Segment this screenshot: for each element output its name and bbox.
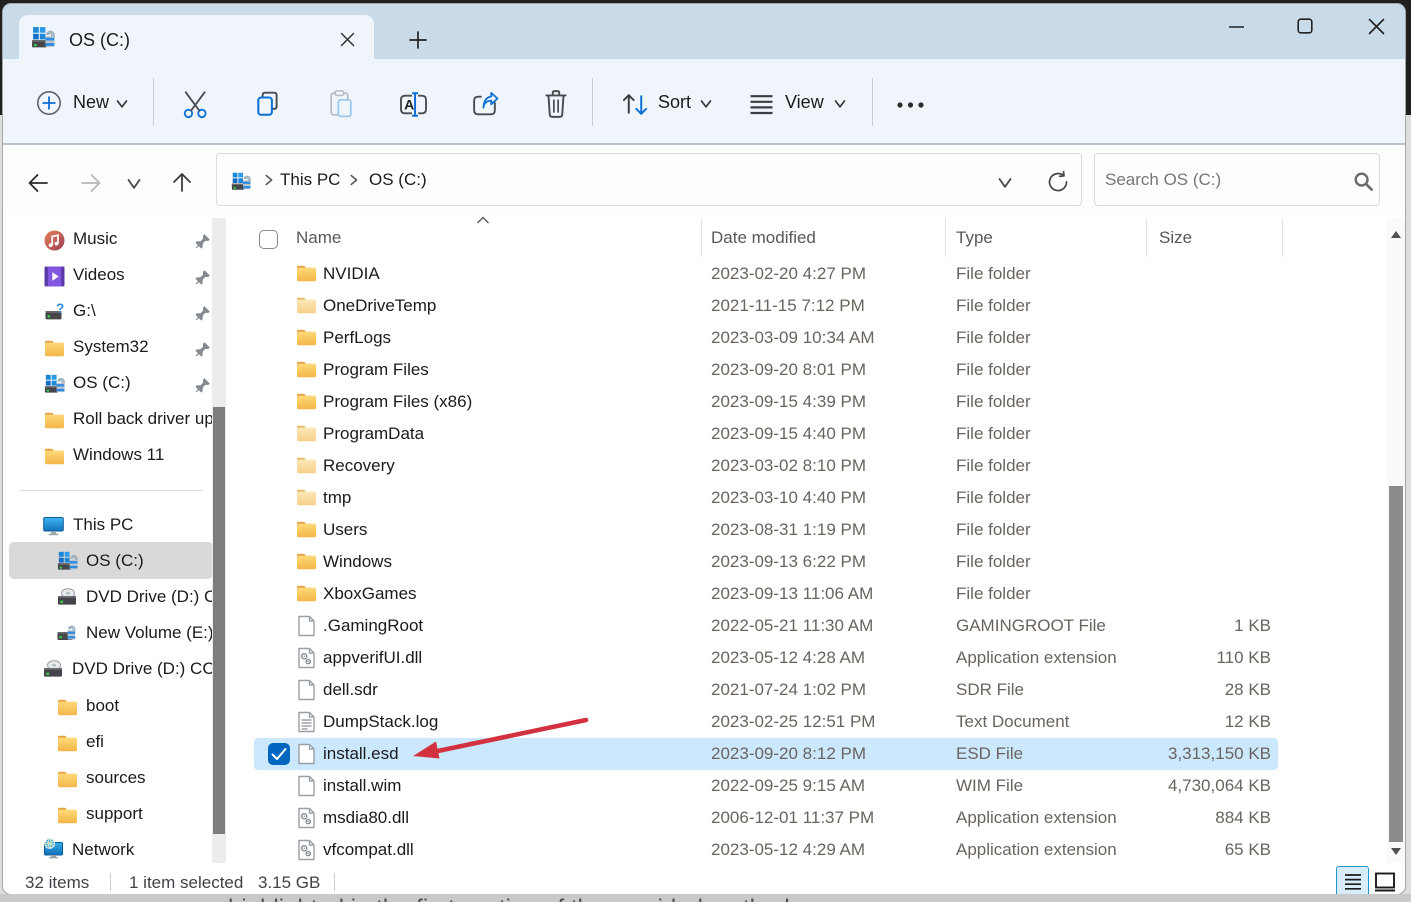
svg-text:?: ? (56, 303, 64, 316)
svg-text:A: A (404, 97, 414, 113)
